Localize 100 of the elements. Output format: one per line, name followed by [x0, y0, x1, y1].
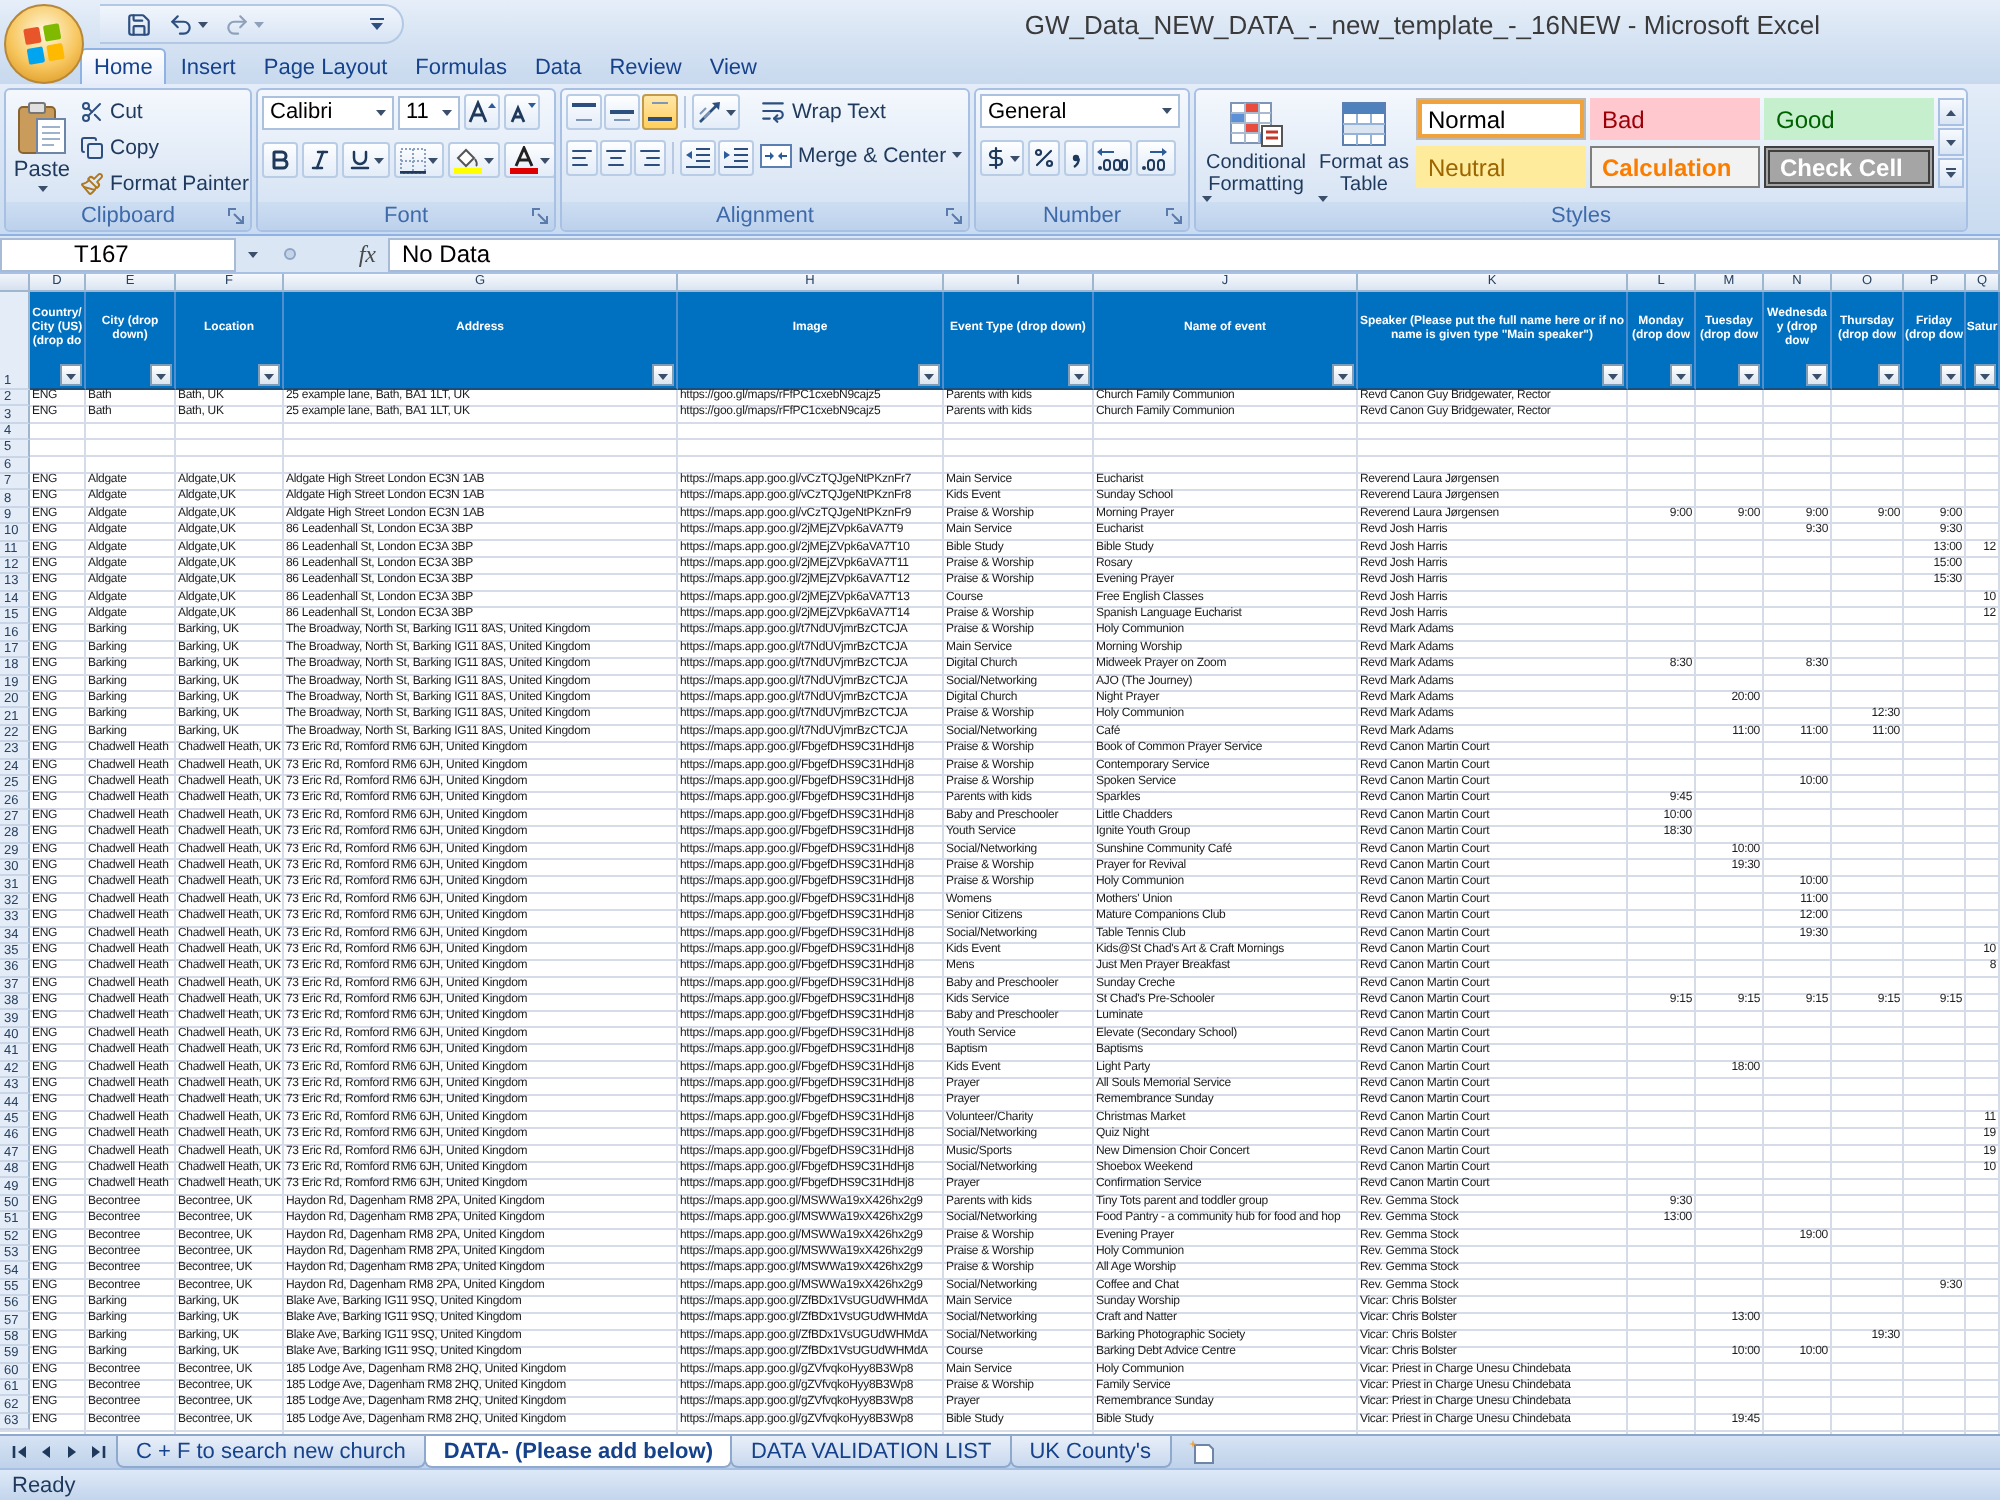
dialog-launcher-button[interactable]	[530, 206, 550, 226]
format-painter-button[interactable]: Format Painter	[78, 166, 250, 200]
dialog-launcher-button[interactable]	[1164, 206, 1184, 226]
cell-style-option[interactable]: Neutral	[1416, 146, 1586, 188]
group-label: Alignment	[716, 203, 814, 229]
ribbon-tab[interactable]: Insert	[166, 48, 250, 84]
ribbon-tab[interactable]: Home	[80, 48, 167, 84]
cell-style-option[interactable]: Good	[1764, 98, 1934, 140]
caret-icon	[1608, 374, 1618, 380]
filter-button[interactable]	[1878, 364, 1900, 386]
align-middle-button[interactable]	[604, 94, 640, 130]
decrease-indent-button[interactable]	[680, 140, 716, 176]
more-icon	[1946, 168, 1956, 178]
dialog-launcher-button[interactable]	[226, 206, 246, 226]
dialog-launcher-button[interactable]	[944, 206, 964, 226]
align-top-icon	[570, 100, 598, 124]
font-color-button[interactable]	[504, 142, 554, 178]
filter-button[interactable]	[150, 364, 172, 386]
filter-button[interactable]	[1068, 364, 1090, 386]
cut-button[interactable]: Cut	[78, 94, 250, 128]
filter-button[interactable]	[60, 364, 82, 386]
wrap-text-icon	[760, 98, 786, 124]
font-size-field[interactable]: 11	[398, 95, 460, 129]
comma-style-button[interactable]	[1064, 140, 1088, 176]
increase-indent-icon	[722, 146, 750, 170]
dialog-launcher-icon	[532, 208, 548, 224]
group-label: Styles	[1551, 203, 1611, 229]
grow-font-button[interactable]	[464, 94, 500, 130]
caret-icon	[1744, 374, 1754, 380]
triangle-right-icon	[63, 1444, 79, 1460]
shrink-font-button[interactable]	[504, 94, 540, 130]
filter-button[interactable]	[1806, 364, 1828, 386]
filter-button[interactable]	[1602, 364, 1624, 386]
sheet-tab[interactable]: DATA- (Please add below)	[423, 1436, 733, 1468]
align-top-button[interactable]	[566, 94, 602, 130]
italic-button[interactable]	[302, 142, 338, 178]
number-format-field[interactable]: General	[980, 94, 1180, 128]
merge-center-button[interactable]: Merge & Center	[758, 138, 965, 172]
align-right-button[interactable]	[634, 140, 666, 176]
align-bottom-icon	[646, 100, 674, 124]
insert-function-button[interactable]: fx	[354, 239, 380, 269]
text-orientation-button[interactable]	[692, 94, 740, 130]
filter-button[interactable]	[1738, 364, 1760, 386]
percent-button[interactable]	[1028, 140, 1060, 176]
bold-button[interactable]	[262, 142, 298, 178]
currency-button[interactable]	[980, 140, 1024, 176]
increase-indent-button[interactable]	[718, 140, 754, 176]
gallery-more-button[interactable]	[1938, 158, 1964, 188]
align-bottom-button[interactable]	[642, 94, 678, 130]
filter-button[interactable]	[1974, 364, 1996, 386]
caret-icon	[540, 157, 550, 163]
formula-input[interactable]: No Data	[388, 237, 2000, 271]
ribbon-tab[interactable]: Formulas	[401, 48, 521, 84]
new-sheet-icon	[1187, 1440, 1217, 1464]
filter-button[interactable]	[258, 364, 280, 386]
caret-icon	[264, 374, 274, 380]
gallery-down-button[interactable]	[1938, 128, 1964, 156]
gallery-up-button[interactable]	[1938, 98, 1964, 126]
save-icon	[126, 11, 152, 37]
caret-icon	[924, 374, 934, 380]
caret-icon	[66, 374, 76, 380]
borders-button[interactable]	[394, 142, 444, 178]
filter-button[interactable]	[1670, 364, 1692, 386]
underline-button[interactable]	[342, 142, 390, 178]
align-left-button[interactable]	[566, 140, 598, 176]
decrease-decimal-button[interactable]	[1136, 140, 1176, 176]
sheet-tab[interactable]: C + F to search new church	[116, 1436, 426, 1468]
table-icon	[1340, 100, 1388, 148]
dialog-launcher-icon	[946, 208, 962, 224]
filter-button[interactable]	[1332, 364, 1354, 386]
caret-icon	[428, 157, 438, 163]
wrap-text-button[interactable]: Wrap Text	[758, 94, 965, 128]
ribbon-tab[interactable]: Review	[595, 48, 696, 84]
text-orientation-icon	[696, 98, 724, 126]
percent-icon	[1032, 146, 1056, 170]
filter-button[interactable]	[1940, 364, 1962, 386]
align-center-button[interactable]	[600, 140, 632, 176]
ribbon-tab[interactable]: View	[695, 48, 771, 84]
caret-icon	[1884, 374, 1894, 380]
font-name-field[interactable]: Calibri	[262, 95, 394, 129]
paste-button[interactable]: Paste	[10, 94, 74, 198]
fill-color-button[interactable]	[448, 142, 500, 178]
ribbon-tab[interactable]: Data	[520, 48, 596, 84]
sheet-tab[interactable]: UK County's	[1009, 1436, 1171, 1468]
redo-icon	[224, 11, 250, 37]
group-label: Number	[1042, 203, 1122, 229]
cell-style-option[interactable]: Bad	[1590, 98, 1760, 140]
increase-decimal-button[interactable]	[1092, 140, 1132, 176]
cell-style-option[interactable]: Normal	[1416, 98, 1586, 140]
filter-button[interactable]	[652, 364, 674, 386]
sheet-tab[interactable]: DATA VALIDATION LIST	[730, 1436, 1012, 1468]
circle-icon	[284, 248, 296, 260]
copy-button[interactable]: Copy	[78, 130, 250, 164]
undo-icon	[168, 11, 194, 37]
underline-icon	[348, 148, 372, 172]
filter-button[interactable]	[918, 364, 940, 386]
dollar-icon	[984, 146, 1008, 170]
caret-icon	[1676, 374, 1686, 380]
ribbon-tab[interactable]: Page Layout	[249, 48, 402, 84]
name-box[interactable]: T167	[0, 237, 236, 271]
